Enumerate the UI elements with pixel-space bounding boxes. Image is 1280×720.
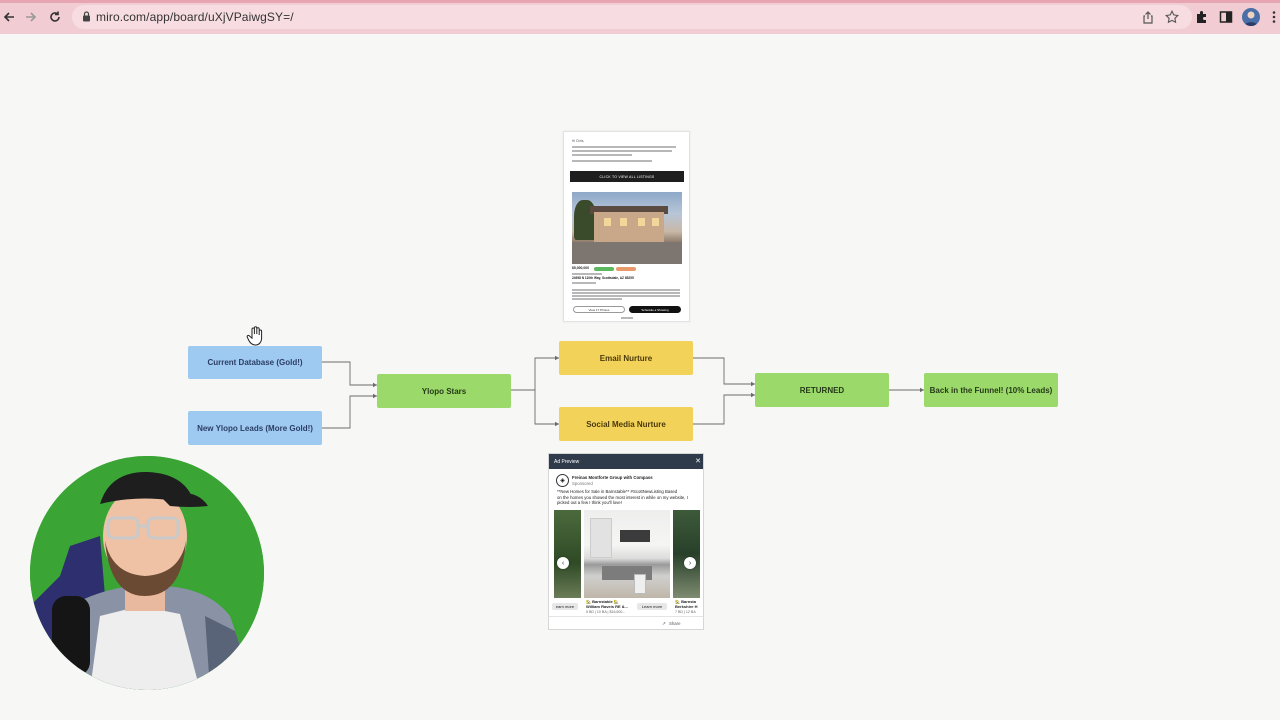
carousel-next-icon[interactable]: › [684,557,696,569]
hand-cursor-icon [246,326,264,346]
share-icon-ad[interactable]: ↗ [662,621,666,626]
email-greeting: Hi Chris, [572,139,585,143]
sponsored-label: Sponsored [572,481,593,486]
ad-body-line-3: picked out a few I think you'll love! [557,500,622,505]
card-2-subtitle: William Raveis RE &... [586,604,628,609]
node-new-leads[interactable]: New Ylopo Leads (More Gold!) [188,411,322,445]
card-1-learn-more-button[interactable]: earn more [552,603,578,610]
presenter-video [30,456,264,690]
view-all-listings-button[interactable]: CLICK TO VIEW ALL LISTINGS [570,171,684,182]
ad-preview-title: Ad Preview [554,458,580,465]
listing-photo [572,192,682,264]
ad-preview-card[interactable]: Ad Preview ✕ ◈ Freinas Montforte Group w… [548,453,704,630]
node-returned[interactable]: RETURNED [755,373,889,407]
screen: miro.com/app/board/uXjVPaiwgSY=/ Current… [0,0,1280,720]
carousel-photo-3 [673,510,700,598]
ad-preview-header: Ad Preview ✕ [549,454,703,469]
advertiser-name: Freinas Montforte Group with Compass [572,475,653,480]
carousel-photo-1 [554,510,581,598]
card-3-meta: 7 BD | 12 BA [675,609,696,614]
card-2-learn-more-button[interactable]: Learn more [637,603,667,610]
close-icon[interactable]: ✕ [695,457,701,465]
node-social-nurture[interactable]: Social Media Nurture [559,407,693,441]
advertiser-logo-icon: ◈ [556,474,569,487]
listing-price: $5,000,000 [572,266,589,270]
ad-body-line-2: on the homes you showed the most interes… [557,494,688,500]
carousel-photo-2 [584,510,670,598]
webcam-overlay [30,456,264,690]
node-back-in-funnel[interactable]: Back in the Funnel! (10% Leads) [924,373,1058,407]
node-ylopo-stars[interactable]: Ylopo Stars [377,374,511,408]
ad-body-line-1: **New Homes for Sale in Barnstable** #Sc… [557,489,678,494]
listing-address: 24958 N 110th Way, Scottsdale, AZ 85255 [572,276,634,280]
carousel-prev-icon[interactable]: ‹ [557,557,569,569]
ad-share-label[interactable]: Share [669,621,680,626]
card-3-subtitle: Berkshire H [675,604,698,609]
email-preview-card[interactable]: Hi Chris, CLICK TO VIEW ALL LISTINGS $5,… [563,131,690,322]
node-email-nurture[interactable]: Email Nurture [559,341,693,375]
card-2-meta: 5 BD | 10 BA | $16,500... [586,609,626,614]
schedule-showing-button[interactable]: Schedule a Showing [629,306,681,313]
node-current-database[interactable]: Current Database (Gold!) [188,346,322,379]
view-photos-button[interactable]: View 17 Photos [573,306,625,313]
